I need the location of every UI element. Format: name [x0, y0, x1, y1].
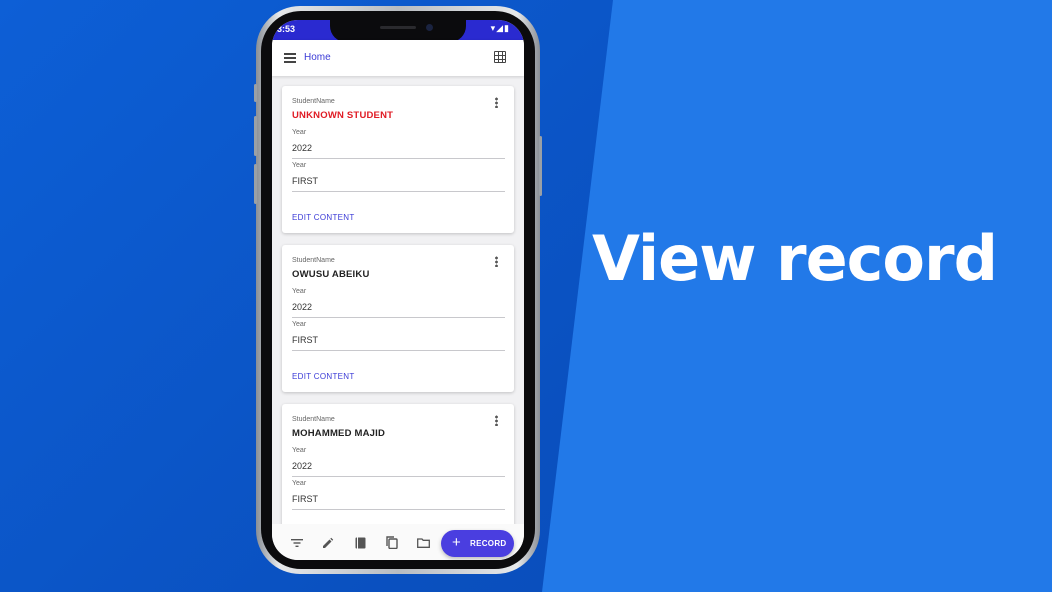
grid-view-icon[interactable] — [494, 51, 506, 63]
more-options-icon[interactable] — [495, 97, 498, 108]
app-bar: Home — [272, 40, 524, 76]
phone-frame: 3:53 ▾◢▮ Home StudentName UNKNOWN STUDEN… — [254, 6, 542, 574]
year-label: Year — [292, 288, 307, 295]
hamburger-menu-icon[interactable] — [284, 53, 296, 63]
speaker-grille — [380, 26, 416, 29]
phone-volume-down-button — [254, 164, 257, 204]
record-card: StudentName OWUSU ABEIKU Year 2022 Year … — [282, 245, 514, 392]
add-record-button[interactable]: + RECORD — [441, 530, 514, 557]
student-name-label: StudentName — [292, 98, 335, 105]
field-divider — [292, 191, 505, 192]
book-icon[interactable] — [355, 537, 366, 549]
level-label: Year — [292, 321, 307, 328]
field-divider — [292, 509, 505, 510]
filter-icon[interactable] — [291, 538, 303, 548]
add-record-label: RECORD — [470, 539, 507, 548]
phone-screen: 3:53 ▾◢▮ Home StudentName UNKNOWN STUDEN… — [272, 20, 524, 560]
record-card: StudentName UNKNOWN STUDENT Year 2022 Ye… — [282, 86, 514, 233]
camera-notch — [330, 20, 466, 42]
edit-content-button[interactable]: EDIT CONTENT — [292, 213, 355, 222]
folder-icon[interactable] — [417, 538, 430, 548]
student-name-label: StudentName — [292, 416, 335, 423]
level-value: FIRST — [292, 494, 318, 504]
plus-icon: + — [452, 534, 461, 551]
phone-side-button — [254, 84, 257, 102]
level-label: Year — [292, 480, 307, 487]
phone-power-button — [539, 136, 542, 196]
record-card: StudentName MOHAMMED MAJID Year 2022 Yea… — [282, 404, 514, 544]
edit-content-button[interactable]: EDIT CONTENT — [292, 372, 355, 381]
field-divider — [292, 350, 505, 351]
level-value: FIRST — [292, 335, 318, 345]
front-camera — [426, 24, 433, 31]
level-label: Year — [292, 162, 307, 169]
field-divider — [292, 317, 505, 318]
year-value: 2022 — [292, 143, 313, 153]
copy-icon[interactable] — [386, 536, 398, 549]
field-divider — [292, 158, 505, 159]
year-label: Year — [292, 447, 307, 454]
level-value: FIRST — [292, 176, 318, 186]
field-divider — [292, 476, 505, 477]
status-time: 3:53 — [277, 24, 296, 34]
phone-volume-up-button — [254, 116, 257, 156]
student-name-value: MOHAMMED MAJID — [292, 428, 386, 439]
page-title: Home — [304, 52, 331, 63]
headline: View record — [592, 222, 998, 295]
student-name-value: OWUSU ABEIKU — [292, 269, 370, 280]
year-value: 2022 — [292, 461, 313, 471]
more-options-icon[interactable] — [495, 415, 498, 426]
more-options-icon[interactable] — [495, 256, 498, 267]
bottom-app-bar: + RECORD — [272, 524, 524, 560]
pencil-icon[interactable] — [322, 537, 334, 549]
year-value: 2022 — [292, 302, 313, 312]
student-name-label: StudentName — [292, 257, 335, 264]
status-icons: ▾◢▮ — [490, 23, 510, 33]
student-name-value: UNKNOWN STUDENT — [292, 110, 394, 121]
year-label: Year — [292, 129, 307, 136]
